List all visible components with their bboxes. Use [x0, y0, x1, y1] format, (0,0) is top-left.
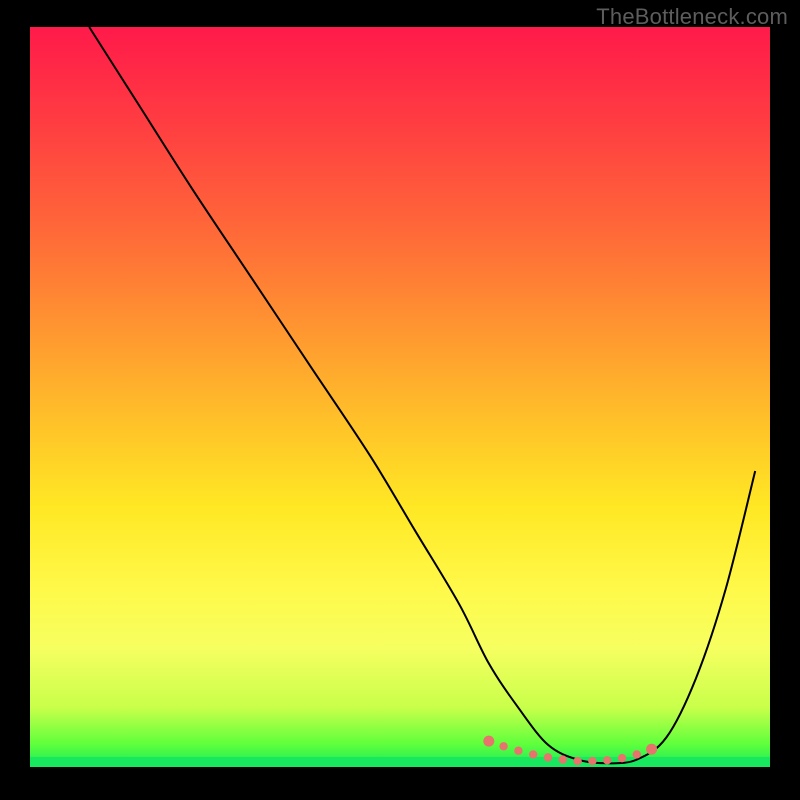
minimum-dot — [646, 744, 657, 755]
minimum-dot — [514, 747, 522, 755]
minimum-dot — [633, 750, 641, 758]
minimum-dot — [618, 754, 626, 762]
plot-area — [30, 27, 770, 767]
watermark-text: TheBottleneck.com — [596, 4, 788, 30]
minimum-dot — [559, 755, 567, 763]
chart-frame: TheBottleneck.com — [0, 0, 800, 800]
minimum-dot — [499, 742, 507, 750]
minimum-dot — [483, 736, 494, 747]
minimum-dot — [529, 750, 537, 758]
minimum-dot — [544, 753, 552, 761]
chart-svg — [30, 27, 770, 767]
minimum-dot — [573, 757, 581, 765]
minimum-dot — [603, 756, 611, 764]
bottleneck-curve — [89, 27, 755, 763]
minimum-dot — [588, 757, 596, 765]
